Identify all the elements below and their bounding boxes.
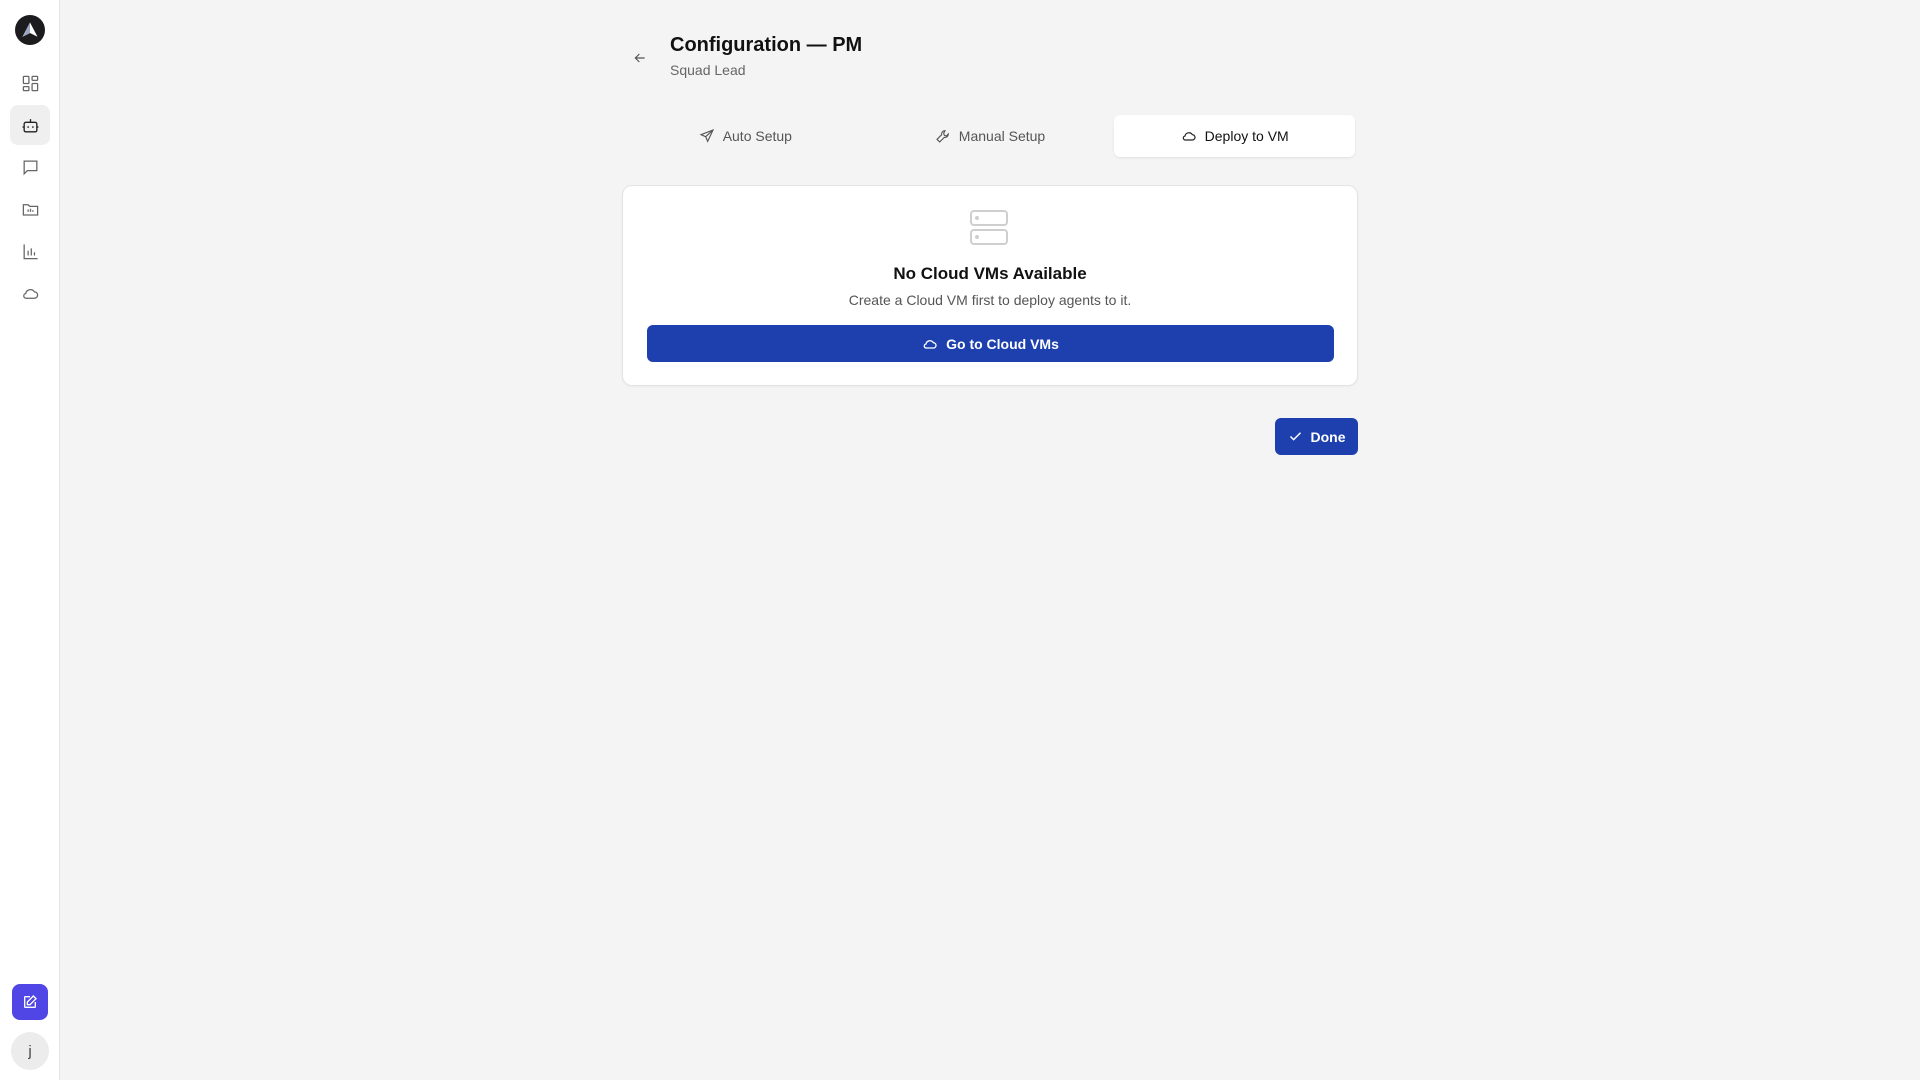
server-icon <box>970 210 1008 245</box>
compose-button[interactable] <box>12 984 48 1020</box>
sidebar-item-chat[interactable] <box>10 147 50 187</box>
page-title: Configuration — PM <box>670 34 863 56</box>
tab-deploy-to-vm[interactable]: Deploy to VM <box>1114 115 1356 157</box>
tab-label: Auto Setup <box>722 128 792 144</box>
go-to-cloud-vms-button[interactable]: Go to Cloud VMs <box>647 325 1334 362</box>
sidebar-item-cloud[interactable] <box>10 273 50 313</box>
sidebar-item-analytics[interactable] <box>10 231 50 271</box>
empty-state-title: No Cloud VMs Available <box>893 264 1087 283</box>
app-root: j Configuration — PM Squad Lead Auto Set… <box>0 0 1920 1080</box>
tab-label: Deploy to VM <box>1204 128 1289 144</box>
cloud-icon <box>22 288 38 299</box>
bar-chart-icon <box>23 243 38 259</box>
tab-auto-setup[interactable]: Auto Setup <box>625 115 866 157</box>
tab-manual-setup[interactable]: Manual Setup <box>870 115 1111 157</box>
logo-icon <box>22 22 38 37</box>
empty-state-card: No Cloud VMs Available Create a Cloud VM… <box>622 185 1358 386</box>
back-button[interactable] <box>622 44 658 72</box>
send-icon <box>699 128 714 143</box>
cloud-icon <box>923 339 937 349</box>
page-header: Configuration — PM Squad Lead <box>622 32 1358 82</box>
empty-state-description: Create a Cloud VM first to deploy agents… <box>848 292 1132 308</box>
dashboard-icon <box>22 75 38 91</box>
done-button[interactable]: Done <box>1275 418 1358 455</box>
arrow-left-icon <box>634 53 645 63</box>
check-icon <box>1289 432 1301 441</box>
button-label: Go to Cloud VMs <box>946 335 1059 352</box>
wrench-icon <box>935 130 949 143</box>
avatar-initial: j <box>28 1042 32 1060</box>
button-label: Done <box>1310 428 1346 445</box>
sidebar-item-agents[interactable] <box>10 105 50 145</box>
setup-tabs: Auto Setup Manual Setup Deploy to VM <box>622 112 1358 160</box>
folder-icon <box>22 203 38 216</box>
robot-icon <box>22 118 38 133</box>
cloud-icon <box>1182 132 1196 141</box>
tab-label: Manual Setup <box>958 128 1046 144</box>
app-logo[interactable] <box>15 15 45 45</box>
user-avatar[interactable]: j <box>11 1032 49 1070</box>
page-subtitle: Squad Lead <box>670 62 746 78</box>
sidebar: j <box>0 0 60 1080</box>
edit-icon <box>24 995 37 1008</box>
message-icon <box>23 160 37 175</box>
sidebar-item-projects[interactable] <box>10 189 50 229</box>
sidebar-item-dashboard[interactable] <box>10 63 50 103</box>
